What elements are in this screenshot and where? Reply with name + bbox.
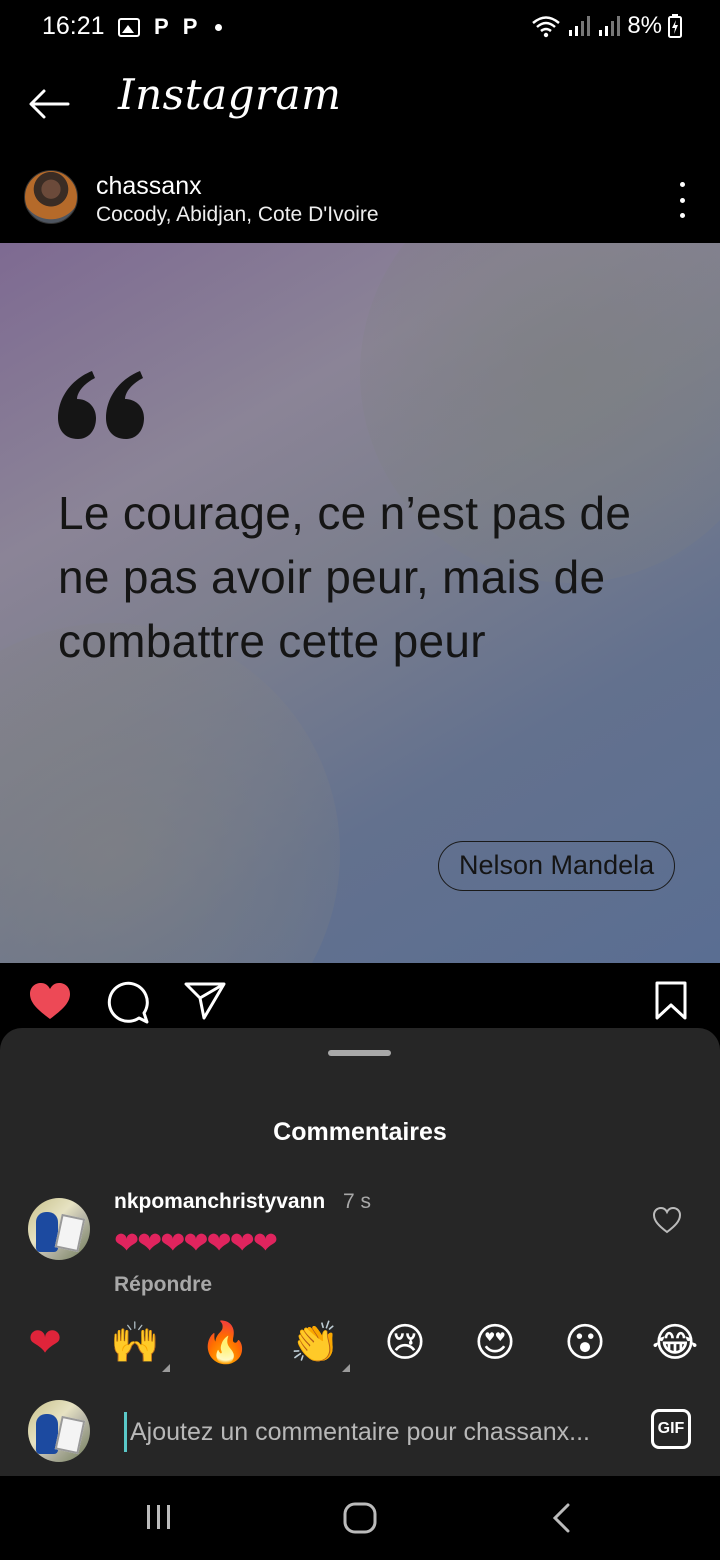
gallery-notification-icon: [118, 17, 140, 37]
more-notifications-dot-icon: [215, 23, 223, 31]
quote-text: Le courage, ce n’est pas de ne pas avoir…: [58, 487, 632, 667]
comment-username[interactable]: nkpomanchristyvann: [114, 1190, 325, 1214]
comment-avatar[interactable]: [28, 1198, 90, 1260]
post-image[interactable]: Le courage, ce n’est pas de ne pas avoir…: [0, 243, 720, 963]
status-bar: 16:21 P P 8%: [0, 0, 720, 56]
signal-icon-2: [599, 16, 621, 36]
system-navigation-bar: [0, 1476, 720, 1560]
emoji-fire[interactable]: 🔥: [200, 1318, 250, 1368]
back-nav-icon[interactable]: [550, 1502, 572, 1534]
instagram-logo: Instagram: [118, 70, 342, 119]
more-options-icon[interactable]: [674, 182, 690, 218]
comment-icon[interactable]: [106, 981, 150, 1025]
recent-apps-icon[interactable]: [144, 1502, 174, 1532]
app-bar: Instagram: [0, 56, 720, 156]
post-username[interactable]: chassanx: [96, 172, 202, 201]
notification-icons: P P: [118, 14, 223, 40]
emoji-raised-hands[interactable]: 🙌: [110, 1318, 170, 1372]
comment-input[interactable]: [124, 1412, 634, 1452]
reply-button[interactable]: Répondre: [114, 1273, 212, 1297]
p-notification-icon: P: [154, 14, 169, 39]
quick-emoji-bar: ❤ 🙌 🔥 👏 😢 😍 😮 😂: [0, 1310, 720, 1380]
system-icons: 8%: [531, 12, 682, 40]
emoji-tears-of-joy[interactable]: 😂: [650, 1318, 700, 1368]
bookmark-icon[interactable]: [654, 981, 688, 1021]
back-arrow-icon[interactable]: [24, 84, 72, 124]
status-time: 16:21: [42, 12, 105, 40]
gif-button[interactable]: GIF: [651, 1409, 691, 1449]
sheet-drag-handle[interactable]: [328, 1050, 391, 1056]
battery-percent: 8%: [627, 12, 662, 39]
comments-sheet: Commentaires nkpomanchristyvann 7 s ❤❤❤❤…: [0, 1028, 720, 1476]
current-user-avatar: [28, 1400, 90, 1462]
post-actions: [0, 963, 720, 1033]
comment-text: ❤❤❤❤❤❤❤: [114, 1227, 278, 1260]
comment-like-heart-icon[interactable]: [652, 1206, 682, 1234]
quote-author: Nelson Mandela: [438, 841, 676, 891]
emoji-surprised[interactable]: 😮: [560, 1318, 610, 1368]
quote-mark-icon: [58, 371, 144, 439]
comment-input-row: GIF: [0, 1392, 720, 1476]
p-notification-icon-2: P: [182, 14, 198, 39]
emoji-heart[interactable]: ❤: [20, 1318, 70, 1368]
home-icon[interactable]: [343, 1502, 377, 1534]
wifi-icon: [532, 16, 561, 38]
share-send-icon[interactable]: [184, 981, 226, 1021]
post-header: chassanx Cocody, Abidjan, Cote D'Ivoire: [0, 160, 720, 242]
like-heart-icon[interactable]: [28, 981, 72, 1021]
signal-icon: [569, 16, 591, 36]
emoji-heart-eyes[interactable]: 😍: [470, 1318, 520, 1368]
comment-time: 7 s: [343, 1190, 372, 1213]
emoji-clapping[interactable]: 👏: [290, 1318, 350, 1372]
sheet-title: Commentaires: [273, 1118, 447, 1146]
battery-charging-icon: [668, 14, 682, 38]
emoji-crying[interactable]: 😢: [380, 1318, 430, 1368]
post-author-avatar[interactable]: [24, 170, 78, 224]
post-location[interactable]: Cocody, Abidjan, Cote D'Ivoire: [96, 203, 379, 227]
